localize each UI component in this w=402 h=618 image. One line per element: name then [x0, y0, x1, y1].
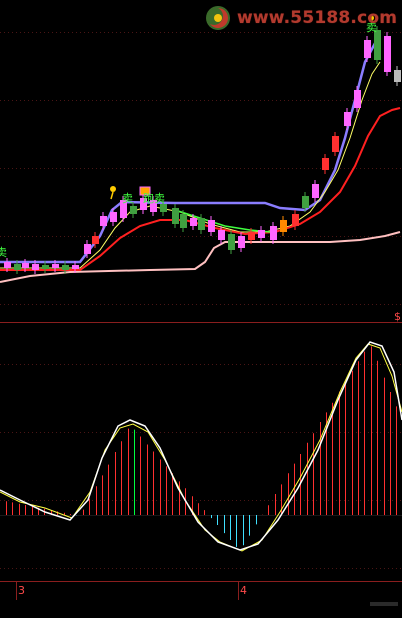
candle-body — [32, 264, 39, 270]
signal-left-text: 卖 — [0, 246, 7, 259]
candle-body — [190, 218, 197, 226]
candle-body — [84, 244, 91, 254]
oscillator-histogram — [6, 346, 397, 547]
axis-label-4: 4 — [240, 584, 247, 597]
candle-body — [312, 184, 319, 198]
candle-body — [364, 40, 371, 58]
candle-body — [270, 226, 277, 240]
candle-body — [374, 30, 381, 60]
candle-body — [92, 236, 99, 244]
candle-body — [238, 236, 245, 248]
lower-band-line — [0, 231, 401, 283]
watermark-text: www.55188.com — [237, 8, 398, 28]
axis-label-3: 3 — [18, 584, 25, 597]
oscillator-white-line — [0, 341, 402, 551]
watermark-logo-icon — [206, 6, 230, 30]
watermark: www.55188.com — [203, 4, 402, 34]
candle-body — [248, 232, 255, 240]
candle-body — [302, 196, 309, 208]
candle-body — [394, 70, 401, 82]
signal-mid-text: 卖 — [122, 192, 133, 205]
candle-body — [258, 230, 265, 238]
candle-body — [180, 214, 187, 228]
scrollbar-thumb[interactable] — [370, 602, 398, 606]
candle-body — [110, 212, 117, 222]
panel-right-marker: $ — [394, 310, 401, 323]
grid-lines — [0, 32, 402, 569]
middle-red-line — [0, 107, 401, 271]
candle-body — [62, 265, 69, 270]
oscillator-yellow-line — [0, 343, 402, 552]
upper-band-line — [0, 33, 382, 264]
candle-body — [384, 36, 391, 72]
candle-body — [42, 265, 49, 269]
candle-body — [52, 264, 59, 268]
candle-body — [354, 90, 361, 108]
candle-body — [14, 264, 21, 270]
candle-body — [4, 262, 11, 268]
candle-body — [100, 216, 107, 226]
signal-mid-figure-icon — [110, 186, 116, 192]
candle-body — [160, 204, 167, 212]
candle-body — [280, 220, 287, 232]
candle-body — [292, 214, 299, 226]
candle-body — [208, 220, 215, 232]
candle-body — [172, 208, 179, 224]
chart-canvas[interactable]: 卖 卖 跑卖 卖 — [0, 0, 402, 618]
candle-body — [130, 206, 137, 214]
signal-left: 卖 — [0, 246, 7, 259]
candle-body — [344, 112, 351, 126]
signal-run-text: 跑卖 — [143, 191, 165, 205]
candle-body — [22, 263, 29, 268]
candle-body — [218, 230, 225, 240]
candle-body — [198, 218, 205, 230]
candle-body — [332, 136, 339, 152]
candle-body — [72, 265, 79, 269]
candle-body — [322, 158, 329, 170]
candle-body — [228, 234, 235, 250]
